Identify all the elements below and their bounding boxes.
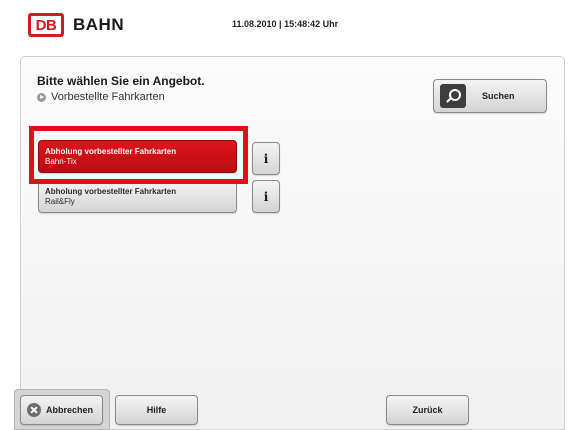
magnifier-icon <box>440 84 466 108</box>
cancel-button[interactable]: Abbrechen <box>20 395 103 425</box>
back-button[interactable]: Zurück <box>386 395 469 425</box>
breadcrumb: Vorbestellte Fahrkarten <box>37 91 165 103</box>
cancel-button-label: Abbrechen <box>46 405 94 415</box>
back-button-label: Zurück <box>412 405 443 415</box>
header: DB BAHN 11.08.2010 | 15:48:42 Uhr <box>0 0 574 56</box>
close-icon <box>27 403 41 417</box>
search-button-label: Suchen <box>482 91 515 101</box>
info-button-rail-fly[interactable]: i <box>252 180 280 213</box>
kiosk-screen: DB BAHN 11.08.2010 | 15:48:42 Uhr Bitte … <box>0 0 574 430</box>
breadcrumb-label: Vorbestellte Fahrkarten <box>51 91 165 103</box>
info-icon: i <box>263 189 269 204</box>
search-button[interactable]: Suchen <box>433 79 547 113</box>
offer-subtitle: Rail&Fly <box>45 197 75 206</box>
offer-button-bahn-tix[interactable]: Abholung vorbestellter Fahrkarten Bahn-T… <box>38 140 237 173</box>
offer-button-rail-fly[interactable]: Abholung vorbestellter Fahrkarten Rail&F… <box>38 180 237 213</box>
bullet-arrow-icon <box>37 92 46 102</box>
help-button[interactable]: Hilfe <box>115 395 198 425</box>
db-logo-text: BAHN <box>73 15 125 34</box>
db-logo: DB BAHN <box>28 13 124 37</box>
info-button-bahn-tix[interactable]: i <box>252 142 280 175</box>
offer-title: Abholung vorbestellter Fahrkarten <box>45 147 177 156</box>
offer-subtitle: Bahn-Tix <box>45 157 77 166</box>
help-button-label: Hilfe <box>146 405 167 415</box>
page-title: Bitte wählen Sie ein Angebot. <box>37 74 205 88</box>
info-icon: i <box>263 151 269 166</box>
datetime: 11.08.2010 | 15:48:42 Uhr <box>232 19 339 29</box>
db-logo-mark: DB <box>28 13 64 37</box>
offer-title: Abholung vorbestellter Fahrkarten <box>45 187 177 196</box>
